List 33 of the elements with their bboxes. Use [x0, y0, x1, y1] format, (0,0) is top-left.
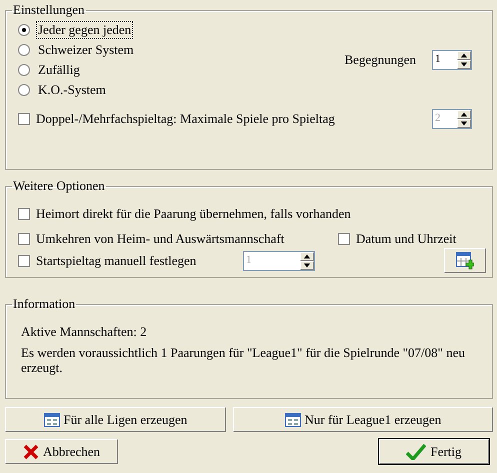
generate-button[interactable]: Für alle Ligen erzeugen — [5, 407, 226, 432]
radio-label[interactable]: Zufällig — [36, 61, 82, 79]
table-add-icon — [456, 252, 474, 270]
checkbox[interactable] — [18, 233, 30, 245]
radio-label[interactable]: K.O.-System — [36, 81, 108, 99]
field-label: Begegnungen — [344, 52, 416, 68]
info-text: Aktive Mannschaften: 2 — [21, 324, 148, 339]
add-table-button[interactable] — [444, 248, 486, 273]
cancel-button[interactable]: Abbrechen — [5, 439, 118, 464]
spin-down-icon[interactable] — [457, 60, 471, 69]
done-button[interactable]: Fertig — [379, 439, 489, 464]
radio-label[interactable]: Jeder gegen jeden — [36, 21, 134, 39]
radio-label[interactable]: Schweizer System — [36, 41, 136, 59]
cross-icon — [22, 444, 39, 460]
checkbox[interactable] — [338, 233, 350, 245]
group-title: Weitere Optionen — [12, 178, 106, 194]
group-title: Einstellungen — [12, 2, 86, 18]
group-title: Information — [12, 296, 76, 312]
info-text: Es werden voraussichtlich 1 Paarungen für "League1" für die Spielrunde "07/08" neu erzeugt. — [21, 345, 466, 375]
check-icon — [406, 444, 426, 460]
generate-button[interactable]: Nur für League1 erzeugen — [232, 407, 493, 432]
checkbox[interactable] — [18, 208, 30, 220]
table-icon — [44, 412, 60, 426]
checkbox-label[interactable]: Heimort direkt für die Paarung übernehmen, falls vorhanden — [36, 206, 351, 222]
table-icon — [284, 412, 300, 426]
spin-up-icon[interactable] — [457, 51, 471, 60]
number-spinner[interactable]: 1 — [432, 50, 472, 70]
radio-button[interactable] — [18, 84, 30, 96]
radio-button[interactable] — [18, 44, 30, 56]
radio-button[interactable] — [18, 24, 30, 36]
checkbox-label[interactable]: Umkehren von Heim- und Auswärtsmannschaft — [36, 231, 284, 247]
checkbox-label[interactable]: Datum und Uhrzeit — [356, 231, 456, 247]
radio-button[interactable] — [18, 64, 30, 76]
